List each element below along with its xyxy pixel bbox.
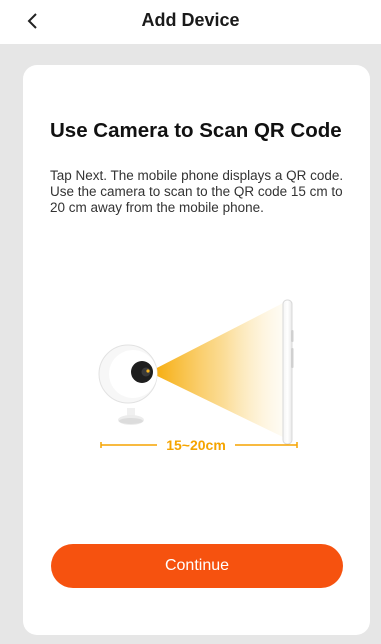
continue-button[interactable]: Continue (51, 544, 343, 588)
camera-scan-illustration: 15~20cm (98, 299, 298, 453)
camera-icon (98, 344, 158, 425)
distance-label: 15~20cm (166, 437, 226, 453)
instruction-card: Use Camera to Scan QR Code Tap Next. The… (23, 65, 370, 635)
scan-beam (149, 302, 285, 438)
page-title: Add Device (141, 10, 240, 30)
distance-measure: 15~20cm (100, 437, 298, 453)
phone-icon (282, 299, 294, 445)
header-bar: Add Device (0, 0, 381, 44)
card-title: Use Camera to Scan QR Code (50, 119, 342, 142)
card-description: Tap Next. The mobile phone displays a QR… (50, 168, 344, 215)
